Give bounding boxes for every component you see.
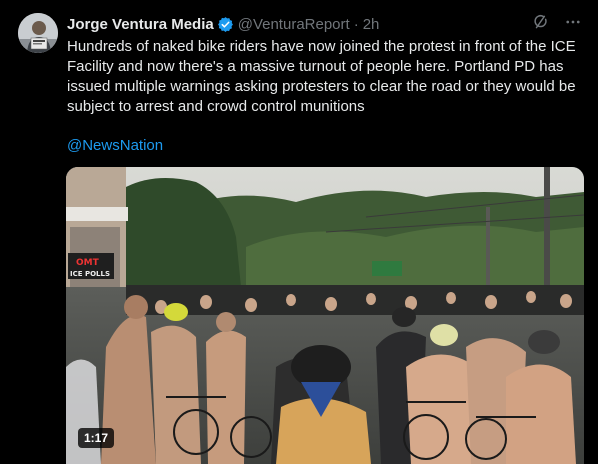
tweet-video[interactable]: OMT ICE POLLS 1:17 <box>66 167 584 464</box>
video-frame: OMT ICE POLLS <box>66 167 584 464</box>
tweet-text: Hundreds of naked bike riders have now j… <box>67 38 576 115</box>
tweet-header: Jorge Ventura Media @VenturaReport · 2h <box>67 14 582 34</box>
timestamp[interactable]: 2h <box>363 16 380 33</box>
grok-icon[interactable] <box>532 13 550 35</box>
header-actions <box>532 13 582 35</box>
protest-sign-1: OMT <box>76 258 100 268</box>
more-icon[interactable] <box>564 13 582 35</box>
author-name[interactable]: Jorge Ventura Media <box>67 16 214 33</box>
verified-badge-icon <box>217 16 234 33</box>
video-duration: 1:17 <box>78 428 115 448</box>
protest-sign-2: ICE POLLS <box>70 270 110 278</box>
separator-dot: · <box>353 15 359 33</box>
author-handle[interactable]: @VenturaReport <box>238 16 350 33</box>
author-avatar[interactable] <box>18 13 58 53</box>
mention-link[interactable]: @NewsNation <box>67 136 163 156</box>
